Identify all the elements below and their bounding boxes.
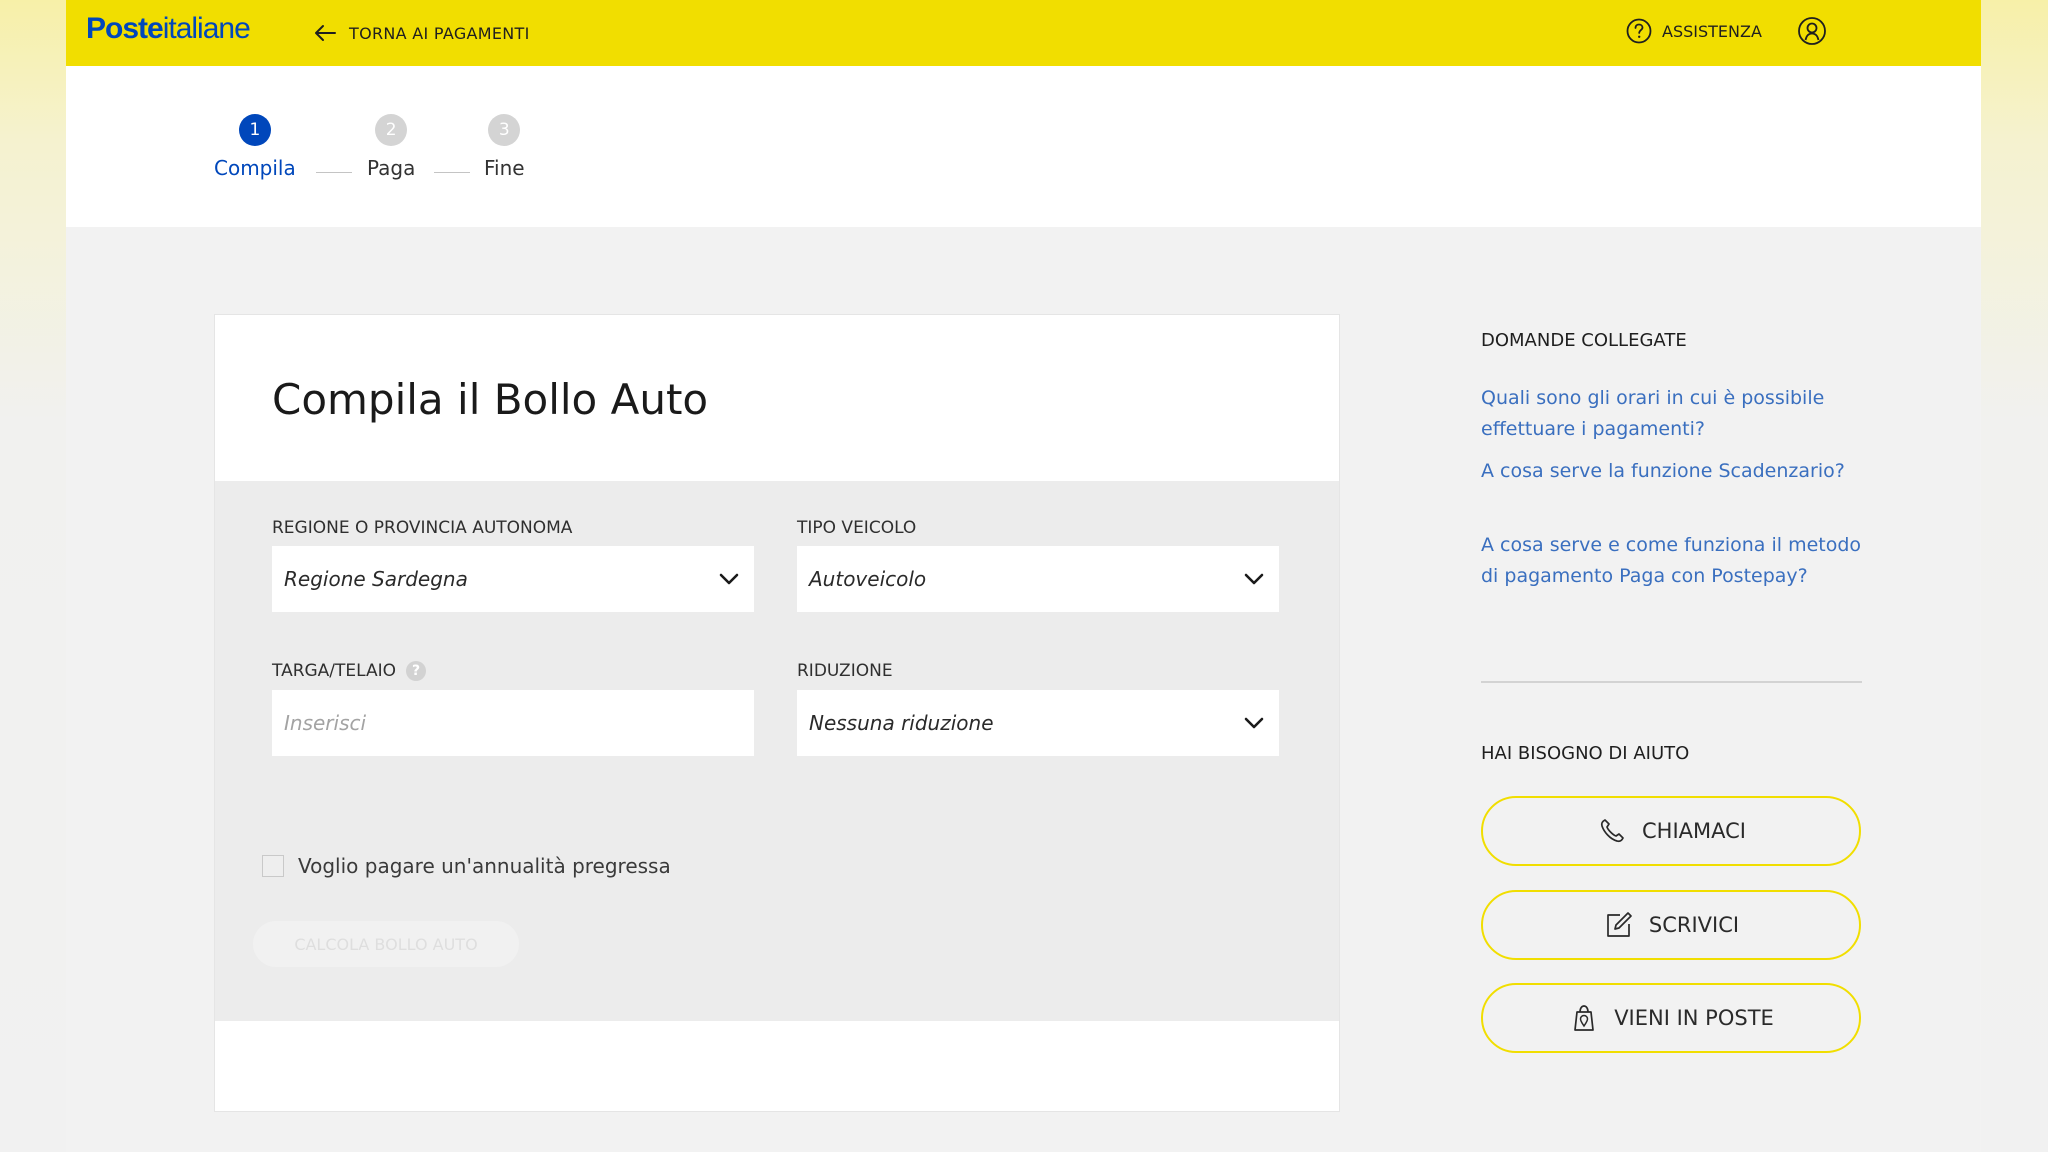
step-label: Paga [367,156,416,180]
logo-thin-text: italiane [162,12,251,45]
back-link-label: TORNA AI PAGAMENTI [349,23,530,43]
reduction-value: Nessuna riduzione [809,711,994,735]
plate-input[interactable]: Inserisci [272,690,754,756]
call-us-label: CHIAMACI [1642,819,1746,843]
vehicle-type-value: Autoveicolo [809,567,927,591]
help-icon[interactable]: ? [406,661,427,681]
vehicle-type-label: TIPO VEICOLO [797,518,916,538]
sidebar-divider [1481,681,1862,683]
page: Posteitaliane TORNA AI PAGAMENTI ASSISTE… [66,0,1981,1152]
visit-poste-label: VIENI IN POSTE [1614,1006,1774,1030]
chevron-down-icon [719,573,739,585]
location-bag-icon [1574,1005,1595,1031]
visit-poste-button[interactable]: VIENI IN POSTE [1481,983,1861,1053]
assistance-label: ASSISTENZA [1662,21,1762,41]
plate-placeholder: Inserisci [284,711,367,735]
vehicle-type-label-text: TIPO VEICOLO [797,518,917,538]
related-questions-heading: DOMANDE COLLEGATE [1481,330,1687,351]
back-to-payments-link[interactable]: TORNA AI PAGAMENTI [311,19,530,47]
step-label: Fine [484,156,525,180]
step-compila: 1 Compila [214,114,296,180]
chevron-down-icon [1244,573,1264,585]
reduction-select[interactable]: Nessuna riduzione [797,690,1279,756]
vehicle-type-select[interactable]: Autoveicolo [797,546,1279,612]
related-link-postepay[interactable]: A cosa serve e come funziona il metodo d… [1481,530,1881,592]
past-year-checkbox[interactable] [262,855,284,877]
call-us-button[interactable]: CHIAMACI [1481,796,1861,866]
related-link-scadenzario[interactable]: A cosa serve la funzione Scadenzario? [1481,456,1881,487]
bollo-form-card: Compila il Bollo Auto REGIONE O PROVINCI… [214,314,1340,1112]
help-heading: HAI BISOGNO DI AIUTO [1481,743,1690,764]
region-value: Regione Sardegna [284,567,468,591]
step-paga: 2 Paga [367,114,415,180]
write-us-label: SCRIVICI [1648,913,1740,937]
form-title: Compila il Bollo Auto [272,375,709,424]
phone-icon [1600,819,1624,843]
step-fine: 3 Fine [484,114,525,180]
past-year-label: Voglio pagare un'annualità pregressa [298,854,671,878]
logo-bold-text: Poste [86,12,164,45]
related-link-payment-hours[interactable]: Quali sono gli orari in cui è possibile … [1481,383,1881,445]
arrow-left-icon [315,25,336,41]
chevron-down-icon [1244,717,1264,729]
step-label: Compila [214,156,296,180]
region-label-text: REGIONE O PROVINCIA AUTONOMA [272,518,573,538]
step-connector [316,172,352,173]
poste-logo[interactable]: Posteitaliane [86,12,251,46]
form-area: REGIONE O PROVINCIA AUTONOMA Regione Sar… [215,481,1339,1021]
steps-bar: 1 Compila 2 Paga 3 Fine [66,66,1981,227]
past-year-option[interactable]: Voglio pagare un'annualità pregressa [262,854,671,878]
reduction-label: RIDUZIONE [797,661,893,681]
step-number: 2 [375,114,408,146]
assistance-link[interactable]: ASSISTENZA [1625,17,1762,45]
region-label: REGIONE O PROVINCIA AUTONOMA [272,518,572,538]
plate-label-text: TARGA/TELAIO [272,661,397,681]
top-bar: Posteitaliane TORNA AI PAGAMENTI ASSISTE… [66,0,1981,66]
calculate-bollo-button[interactable]: CALCOLA BOLLO AUTO [253,921,519,967]
plate-label: TARGA/TELAIO ? [272,661,427,681]
step-number: 3 [488,114,521,146]
question-circle-icon [1626,18,1652,44]
region-select[interactable]: Regione Sardegna [272,546,754,612]
reduction-label-text: RIDUZIONE [797,661,893,681]
edit-icon [1607,912,1632,937]
step-number: 1 [238,114,271,146]
write-us-button[interactable]: SCRIVICI [1481,890,1861,960]
step-connector [434,172,470,173]
user-account-icon[interactable] [1796,15,1828,47]
